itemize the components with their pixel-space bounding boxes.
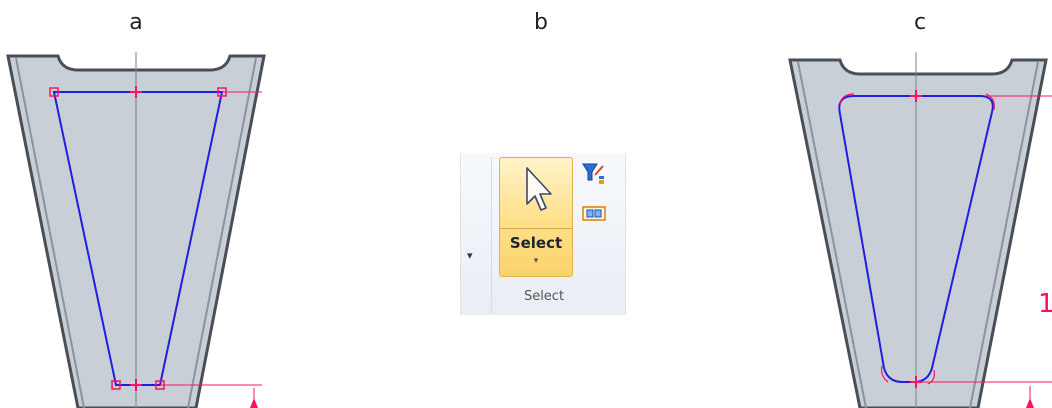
ribbon-select-group: ▾ Select ▾ Select xyxy=(460,153,626,315)
panel-label-b: b xyxy=(534,10,548,35)
panel-label-c: c xyxy=(913,10,927,35)
sketch-view-c: 1 xyxy=(762,52,1052,408)
group-label: Select xyxy=(523,289,565,304)
box-select-icon[interactable] xyxy=(581,203,609,225)
ribbon-collapse-button[interactable]: ▾ xyxy=(467,249,473,262)
select-button-label[interactable]: Select xyxy=(500,234,572,252)
sketch-view-a xyxy=(0,52,290,408)
part-body xyxy=(788,58,1048,408)
arrow-cursor-icon xyxy=(526,167,552,211)
dimension-text: 1 xyxy=(1038,289,1052,319)
filter-icon[interactable] xyxy=(581,161,607,187)
select-button[interactable]: Select ▾ xyxy=(499,157,573,277)
panel-label-a: a xyxy=(129,10,143,35)
select-button-icon-area[interactable] xyxy=(500,158,572,228)
group-separator xyxy=(491,157,492,313)
chevron-down-icon[interactable]: ▾ xyxy=(500,256,572,266)
